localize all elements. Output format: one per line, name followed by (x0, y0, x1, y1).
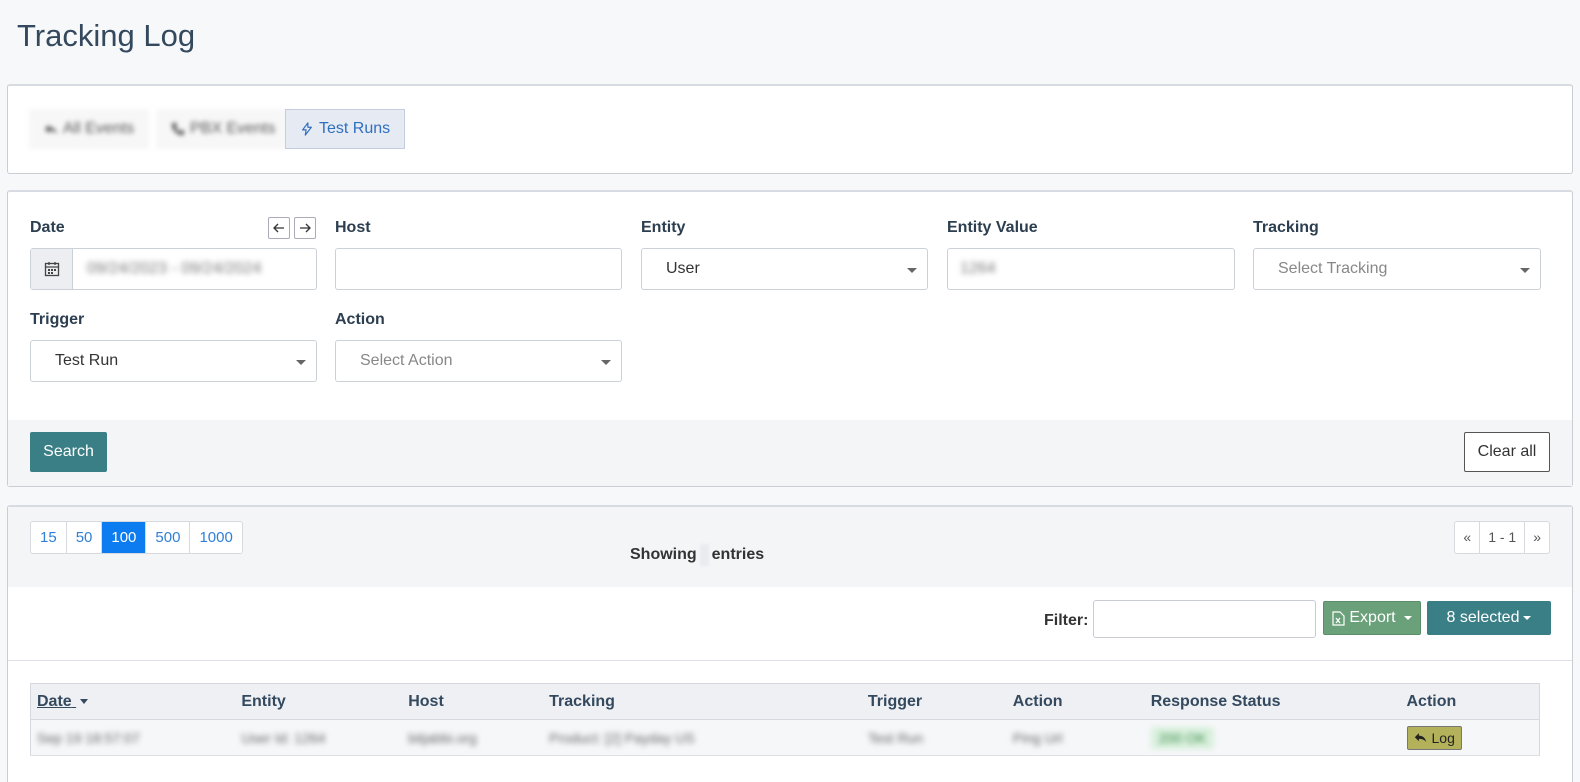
arrow-right-icon (300, 223, 311, 233)
page-size-500[interactable]: 500 (146, 522, 191, 553)
page-size-1000[interactable]: 1000 (190, 522, 242, 553)
export-label: Export (1349, 609, 1396, 626)
pager-range: 1 - 1 (1480, 522, 1526, 553)
status-badge: 200 OK (1150, 726, 1215, 749)
entity-label: Entity (641, 219, 686, 236)
entity-value-text: 1264 (960, 260, 996, 277)
results-toolbar: 15 50 100 500 1000 Showing entries « 1 - … (8, 507, 1572, 587)
chevron-down-icon (1403, 616, 1412, 620)
column-response-status[interactable]: Response Status (1144, 683, 1401, 720)
cell-trigger: Test Run (861, 719, 1007, 756)
chevron-down-icon (907, 268, 917, 273)
tab-label: PBX Events (190, 120, 276, 137)
tracking-placeholder: Select Tracking (1278, 260, 1388, 277)
cell-host: bitjabbi.org (402, 719, 544, 756)
results-card: 15 50 100 500 1000 Showing entries « 1 - … (7, 505, 1573, 782)
table-header-row: Date Entity Host Tracking Trigger Action… (30, 683, 1540, 720)
calendar-addon[interactable] (31, 249, 73, 289)
entries-count (699, 544, 709, 566)
search-button[interactable]: Search (30, 432, 107, 472)
showing-prefix: Showing (630, 546, 697, 564)
filter-label: Filter: (1044, 612, 1089, 629)
tab-label: All Events (63, 120, 135, 137)
column-host[interactable]: Host (402, 683, 544, 720)
cell-action: Ping Url (1006, 719, 1145, 756)
chevron-down-icon (601, 360, 611, 365)
export-button[interactable]: Export (1323, 601, 1421, 635)
date-range-input[interactable]: 09/24/2023 - 09/24/2024 (30, 248, 317, 290)
tab-test-runs[interactable]: Test Runs (285, 109, 406, 149)
bolt-icon (302, 122, 312, 136)
filter-input[interactable] (1093, 600, 1316, 638)
showing-suffix: entries (711, 546, 765, 564)
log-button[interactable]: Log (1406, 725, 1462, 750)
calendar-icon (44, 262, 59, 277)
action-select[interactable]: Select Action (335, 340, 622, 382)
cell-date: Sep 19 18:57:07 (30, 719, 236, 756)
date-prev-button[interactable] (268, 217, 290, 239)
column-entity[interactable]: Entity (235, 683, 403, 720)
table-row[interactable]: Sep 19 18:57:07 User Id: 1264 bitjabbi.o… (30, 719, 1540, 756)
page-size-100[interactable]: 100 (102, 522, 147, 553)
pager-next[interactable]: » (1525, 522, 1549, 553)
sort-desc-icon (80, 698, 89, 704)
host-input[interactable] (335, 248, 622, 290)
showing-entries: Showing entries (630, 544, 764, 566)
page-size-15[interactable]: 15 (31, 522, 67, 553)
trigger-label: Trigger (30, 311, 85, 328)
filter-footer: Search Clear all (8, 420, 1572, 486)
column-trigger[interactable]: Trigger (861, 683, 1007, 720)
selected-label: 8 selected (1446, 609, 1520, 626)
phone-icon (171, 122, 185, 136)
column-action[interactable]: Action (1006, 683, 1145, 720)
page-title: Tracking Log (17, 18, 196, 53)
tracking-select[interactable]: Select Tracking (1253, 248, 1541, 290)
date-label: Date (30, 219, 65, 236)
entity-value: User (666, 260, 700, 277)
entity-select[interactable]: User (641, 248, 928, 290)
action-placeholder: Select Action (360, 352, 453, 369)
tracking-log-table: Date Entity Host Tracking Trigger Action… (30, 683, 1540, 756)
pager-prev[interactable]: « (1455, 522, 1481, 553)
column-row-action: Action (1400, 683, 1540, 720)
filters-card: Date 09/24/2023 - 09/24/2024 Host Entity… (7, 190, 1573, 487)
arrow-left-icon (273, 223, 284, 233)
tabs-card: All Events PBX Events Test Runs (7, 84, 1573, 174)
cell-response-status: 200 OK (1144, 719, 1401, 756)
entity-value-input[interactable]: 1264 (947, 248, 1235, 290)
tab-pbx-events[interactable]: PBX Events (156, 109, 291, 149)
cell-tracking: Product: [2] Payday US (543, 719, 862, 756)
tab-label: Test Runs (319, 120, 391, 137)
date-next-button[interactable] (294, 217, 316, 239)
reply-icon (1414, 732, 1426, 742)
tracking-label: Tracking (1253, 219, 1319, 236)
column-tracking[interactable]: Tracking (543, 683, 862, 720)
page-size-selector: 15 50 100 500 1000 (30, 521, 243, 554)
action-label: Action (335, 311, 385, 328)
entity-value-label: Entity Value (947, 219, 1038, 236)
chevron-down-icon (1523, 616, 1532, 620)
pagination: « 1 - 1 » (1454, 521, 1550, 554)
trigger-select[interactable]: Test Run (30, 340, 317, 382)
trigger-value: Test Run (55, 352, 119, 369)
host-label: Host (335, 219, 371, 236)
page-size-50[interactable]: 50 (66, 522, 103, 553)
reply-icon (44, 124, 58, 135)
cell-row-action: Log (1400, 719, 1540, 756)
columns-selected-button[interactable]: 8 selected (1427, 601, 1551, 635)
table-filter-row: Filter: Export 8 selected (8, 587, 1572, 661)
chevron-down-icon (296, 360, 306, 365)
column-date[interactable]: Date (30, 683, 236, 720)
chevron-down-icon (1520, 268, 1530, 273)
date-range-value: 09/24/2023 - 09/24/2024 (87, 260, 262, 277)
cell-entity: User Id: 1264 (235, 719, 403, 756)
excel-file-icon (1332, 610, 1345, 626)
tab-all-events[interactable]: All Events (29, 109, 150, 149)
clear-all-button[interactable]: Clear all (1464, 432, 1550, 472)
